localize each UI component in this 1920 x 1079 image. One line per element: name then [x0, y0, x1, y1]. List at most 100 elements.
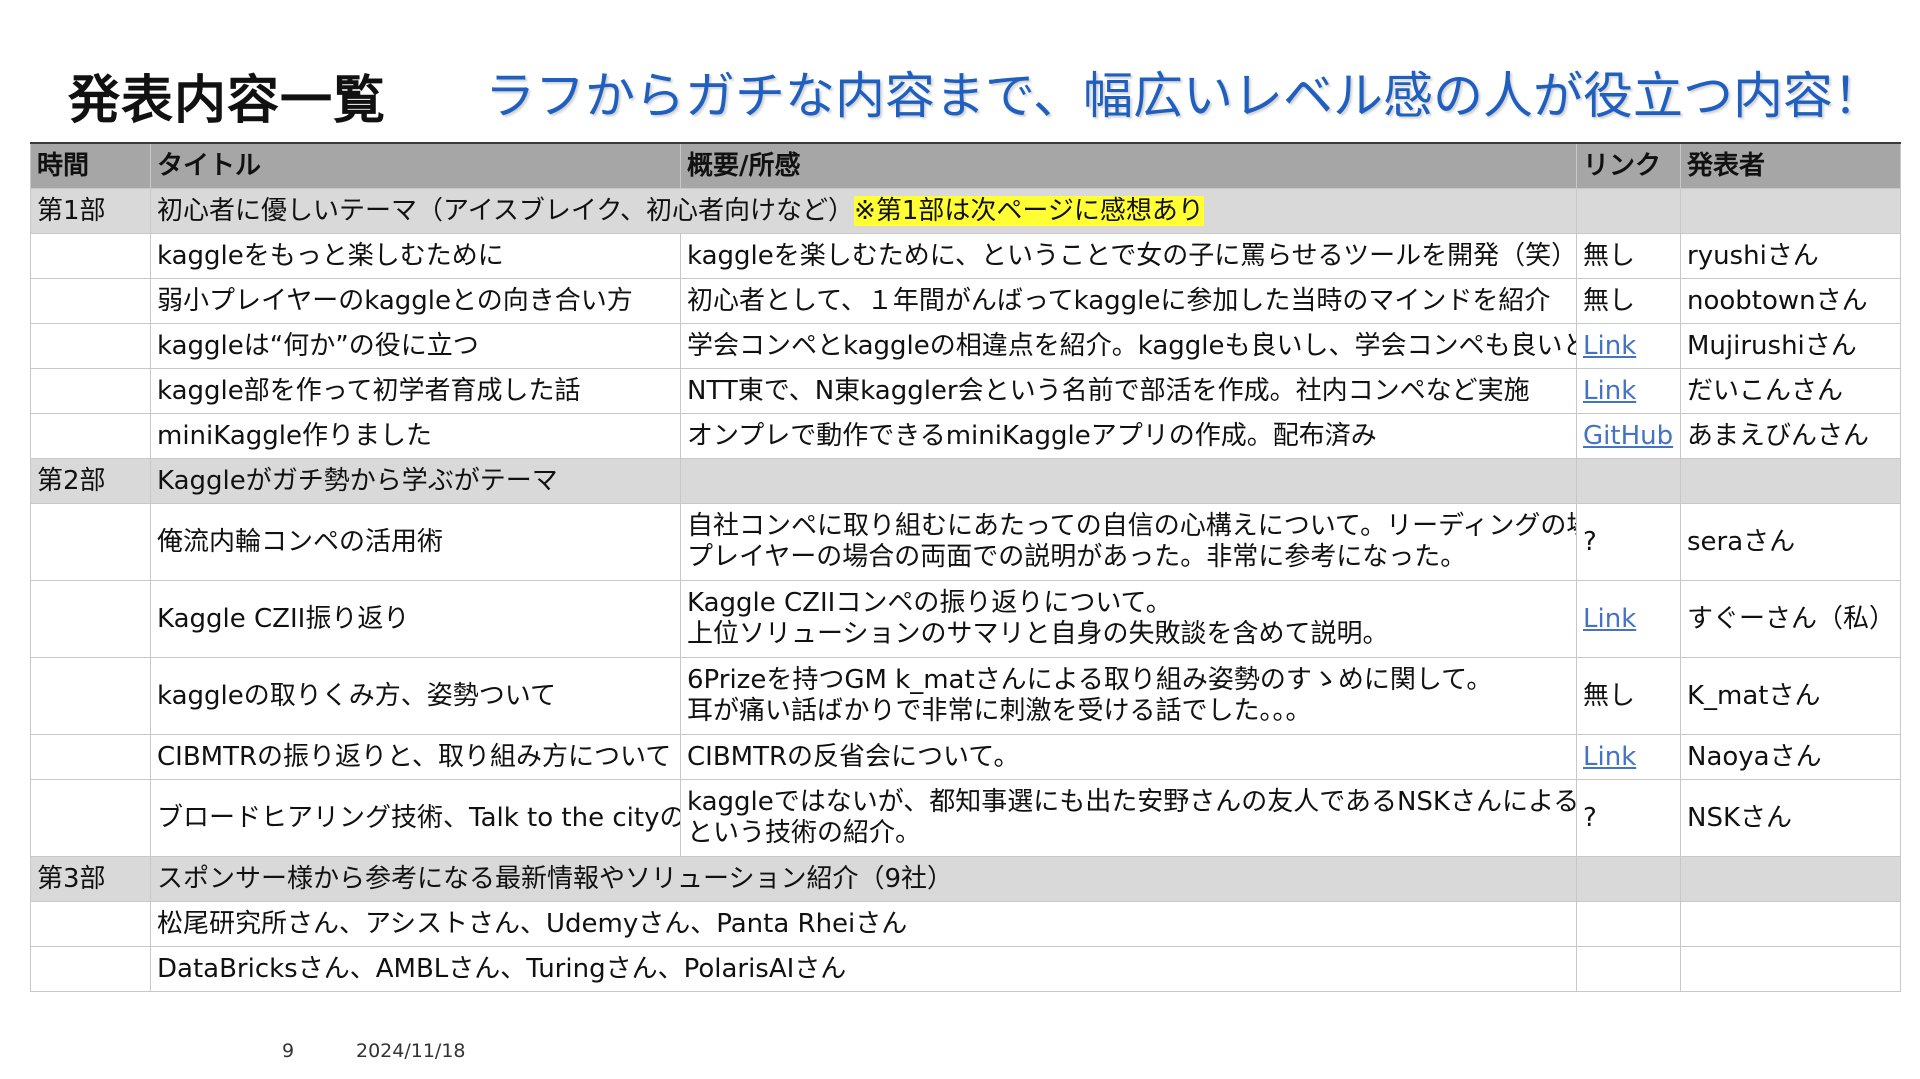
talk-title: 弱小プレイヤーのkaggleとの向き合い方 — [150, 278, 681, 324]
talk-link: ? — [1576, 503, 1681, 581]
talk-summary: オンプレで動作できるminiKaggleアプリの作成。配布済み — [680, 413, 1577, 459]
talk-link: 無し — [1576, 233, 1681, 279]
empty-cell — [30, 278, 151, 324]
empty-cell — [1576, 856, 1681, 902]
talk-link[interactable]: Link — [1583, 376, 1636, 406]
header-link: リンク — [1576, 142, 1681, 189]
section-theme: スポンサー様から参考になる最新情報やソリューション紹介（9社） — [150, 856, 1577, 902]
table-row: miniKaggle作りました オンプレで動作できるminiKaggleアプリの… — [30, 413, 1901, 459]
section-row-2: 第2部 Kaggleがガチ勢から学ぶがテーマ — [30, 458, 1901, 504]
talk-link[interactable]: GitHub — [1583, 421, 1673, 451]
section-note: ※第1部は次ページに感想あり — [854, 195, 1204, 226]
talk-link[interactable]: Link — [1583, 604, 1636, 634]
talk-title: ブロードヒアリング技術、Talk to the cityの紹介 — [150, 779, 681, 857]
header-presenter: 発表者 — [1680, 142, 1901, 189]
talk-link: 無し — [1576, 278, 1681, 324]
talk-summary: 自社コンペに取り組むにあたっての自信の心構えについて。リーディングの場合と、 プレ… — [680, 503, 1577, 581]
talk-summary: 6Prizeを持つGM k_matさんによる取り組み姿勢のすゝめに関して。 耳が痛… — [680, 657, 1577, 735]
empty-cell — [1680, 901, 1901, 947]
empty-cell — [1680, 458, 1901, 504]
talk-title: kaggleの取りくみ方、姿勢ついて — [150, 657, 681, 735]
sponsor-list: DataBricksさん、AMBLさん、Turingさん、PolarisAIさん — [150, 946, 1577, 992]
summary-line: プレイヤーの場合の両面での説明があった。非常に参考になった。 — [687, 542, 1467, 572]
summary-line: 耳が痛い話ばかりで非常に刺激を受ける話でした。。。 — [687, 696, 1312, 726]
summary-line: kaggleではないが、都知事選にも出た安野さんの友人であるNSKさんによるTt… — [687, 787, 1577, 818]
talk-presenter: NSKさん — [1680, 779, 1901, 857]
empty-cell — [30, 734, 151, 780]
talk-link-cell: Link — [1576, 323, 1681, 369]
header-time: 時間 — [30, 142, 151, 189]
table-row: kaggleをもっと楽しむために kaggleを楽しむために、ということで女の子… — [30, 233, 1901, 279]
talk-presenter: Mujirushiさん — [1680, 323, 1901, 369]
talk-link-cell: Link — [1576, 368, 1681, 414]
talk-title: 俺流内輪コンペの活用術 — [150, 503, 681, 581]
talk-link-cell: GitHub — [1576, 413, 1681, 459]
talk-presenter: だいこんさん — [1680, 368, 1901, 414]
table-row: 俺流内輪コンペの活用術 自社コンペに取り組むにあたっての自信の心構えについて。リ… — [30, 503, 1901, 581]
empty-cell — [1680, 856, 1901, 902]
table-row: DataBricksさん、AMBLさん、Turingさん、PolarisAIさん — [30, 946, 1901, 992]
section-theme: 初心者に優しいテーマ（アイスブレイク、初心者向けなど） — [157, 195, 855, 226]
talk-presenter: あまえびんさん — [1680, 413, 1901, 459]
talk-summary: kaggleではないが、都知事選にも出た安野さんの友人であるNSKさんによるTt… — [680, 779, 1577, 857]
empty-cell — [30, 901, 151, 947]
talk-summary: kaggleを楽しむために、ということで女の子に罵らせるツールを開発（笑） — [680, 233, 1577, 279]
empty-cell — [30, 233, 151, 279]
slide-title: 発表内容一覧 — [68, 71, 387, 131]
table-row: CIBMTRの振り返りと、取り組み方について CIBMTRの反省会について。 L… — [30, 734, 1901, 780]
header-title: タイトル — [150, 142, 681, 189]
talk-title: CIBMTRの振り返りと、取り組み方について — [150, 734, 681, 780]
table-row: 松尾研究所さん、アシストさん、Udemyさん、Panta Rheiさん — [30, 901, 1901, 947]
talk-link: ? — [1576, 779, 1681, 857]
talk-presenter: seraさん — [1680, 503, 1901, 581]
slide-date: 2024/11/18 — [356, 1040, 466, 1062]
talk-summary: 学会コンペとkaggleの相違点を紹介。kaggleも良いし、学会コンペも良いと… — [680, 323, 1577, 369]
empty-cell — [1680, 188, 1901, 234]
empty-cell — [680, 458, 1577, 504]
talk-summary: Kaggle CZIIコンペの振り返りについて。 上位ソリューションのサマリと自身… — [680, 580, 1577, 658]
talk-summary: NTT東で、N東kaggler会という名前で部活を作成。社内コンペなど実施 — [680, 368, 1577, 414]
table-row: kaggle部を作って初学者育成した話 NTT東で、N東kaggler会という名… — [30, 368, 1901, 414]
table-row: ブロードヒアリング技術、Talk to the cityの紹介 kaggleでは… — [30, 779, 1901, 857]
talk-title: kaggle部を作って初学者育成した話 — [150, 368, 681, 414]
section-theme: Kaggleがガチ勢から学ぶがテーマ — [150, 458, 681, 504]
talk-summary: CIBMTRの反省会について。 — [680, 734, 1577, 780]
talk-presenter: K_matさん — [1680, 657, 1901, 735]
summary-line: 6Prizeを持つGM k_matさんによる取り組み姿勢のすゝめに関して。 — [687, 665, 1493, 696]
empty-cell — [1680, 946, 1901, 992]
talk-title: kaggleをもっと楽しむために — [150, 233, 681, 279]
slide-subtitle: ラフからガチな内容まで、幅広いレベル感の人が役立つ内容！ — [485, 67, 1883, 125]
talk-presenter: ryushiさん — [1680, 233, 1901, 279]
talk-presenter: すぐーさん（私） — [1680, 580, 1901, 658]
header-summary: 概要/所感 — [680, 142, 1577, 189]
talk-link-cell: Link — [1576, 580, 1681, 658]
talk-title: kaggleは“何か”の役に立つ — [150, 323, 681, 369]
section-label: 第2部 — [30, 458, 151, 504]
section-row-3: 第3部 スポンサー様から参考になる最新情報やソリューション紹介（9社） — [30, 856, 1901, 902]
section-theme-cell: 初心者に優しいテーマ（アイスブレイク、初心者向けなど）※第1部は次ページに感想あ… — [150, 188, 1577, 234]
section-row-1: 第1部 初心者に優しいテーマ（アイスブレイク、初心者向けなど）※第1部は次ページ… — [30, 188, 1901, 234]
table-row: 弱小プレイヤーのkaggleとの向き合い方 初心者として、１年間がんばってkag… — [30, 278, 1901, 324]
empty-cell — [1576, 458, 1681, 504]
empty-cell — [30, 323, 151, 369]
empty-cell — [30, 580, 151, 658]
summary-line: 上位ソリューションのサマリと自身の失敗談を含めて説明。 — [687, 619, 1389, 649]
table-row: kaggleの取りくみ方、姿勢ついて 6Prizeを持つGM k_matさんによ… — [30, 657, 1901, 735]
summary-line: という技術の紹介。 — [687, 818, 922, 848]
empty-cell — [30, 657, 151, 735]
empty-cell — [30, 779, 151, 857]
talk-presenter: Naoyaさん — [1680, 734, 1901, 780]
empty-cell — [1576, 901, 1681, 947]
table-row: Kaggle CZII振り返り Kaggle CZIIコンペの振り返りについて。… — [30, 580, 1901, 658]
summary-line: 自社コンペに取り組むにあたっての自信の心構えについて。リーディングの場合と、 — [687, 511, 1577, 542]
agenda-table: 時間 タイトル 概要/所感 リンク 発表者 第1部 初心者に優しいテーマ（アイス… — [30, 142, 1901, 992]
talk-link[interactable]: Link — [1583, 331, 1636, 361]
table-header-row: 時間 タイトル 概要/所感 リンク 発表者 — [30, 142, 1901, 189]
talk-link[interactable]: Link — [1583, 742, 1636, 772]
empty-cell — [30, 503, 151, 581]
sponsor-list: 松尾研究所さん、アシストさん、Udemyさん、Panta Rheiさん — [150, 901, 1577, 947]
empty-cell — [30, 946, 151, 992]
section-label: 第1部 — [30, 188, 151, 234]
talk-title: miniKaggle作りました — [150, 413, 681, 459]
empty-cell — [30, 413, 151, 459]
